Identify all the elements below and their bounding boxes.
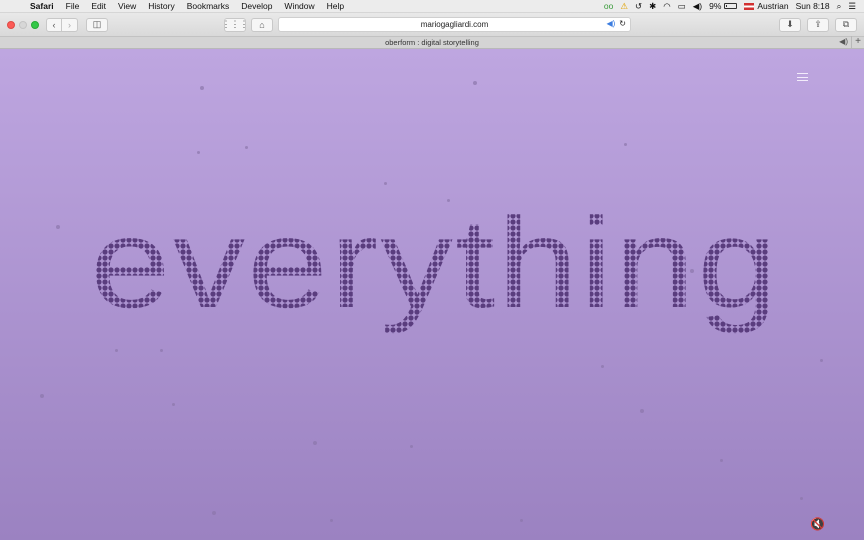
wifi-icon[interactable]: ◠ [663,1,670,12]
minimize-window-button[interactable] [19,20,27,29]
tab-title[interactable]: oberform : digital storytelling [385,38,479,47]
background-particle [330,519,333,522]
background-particle [40,394,44,398]
spotlight-icon[interactable]: ⌕ [837,1,842,12]
forward-button[interactable]: › [62,17,78,32]
background-particle [447,199,450,202]
menu-history[interactable]: History [142,1,180,11]
time-machine-icon[interactable]: ↺ [635,1,642,12]
mute-sound-icon[interactable]: 🔇 [810,517,825,531]
new-tab-button[interactable]: + [851,36,864,49]
menu-develop[interactable]: Develop [235,1,278,11]
airplay-icon[interactable]: ▭ [678,1,686,12]
input-source[interactable]: Austrian [744,1,789,11]
home-icon: ⌂ [259,19,265,30]
sidebar-button[interactable]: ◫ [86,17,108,32]
chevron-left-icon: ‹ [52,19,56,30]
menu-file[interactable]: File [60,1,86,11]
background-particle [624,143,627,146]
clock[interactable]: Sun 8:18 [796,1,830,11]
sidebar-icon: ◫ [92,19,102,29]
background-particle [410,445,413,448]
battery-percent: 9% [709,1,722,11]
menu-icon[interactable] [797,73,808,84]
top-sites-button[interactable]: ⋮⋮⋮ [221,17,249,32]
battery-icon [724,3,738,9]
download-icon: ⬇ [786,19,794,29]
web-page: everything 🔇 [0,49,864,540]
menu-view[interactable]: View [112,1,142,11]
tabs-icon: ⧉ [842,19,850,29]
share-icon: ⇪ [814,19,822,29]
volume-icon[interactable]: ◀) [693,1,702,12]
background-particle [601,365,604,368]
home-button[interactable]: ⌂ [251,17,273,32]
menu-help[interactable]: Help [321,1,350,11]
tab-audio-icon[interactable]: ◀) [839,37,848,46]
bluetooth-icon[interactable]: ✱ [649,1,656,12]
background-particle [197,151,200,154]
background-particle [720,459,723,462]
background-particle [800,497,803,500]
background-particle [200,86,204,90]
address-bar[interactable]: mariogagliardi.com ◀) ↻ [278,17,631,32]
audio-playing-icon[interactable]: ◀) [606,19,615,28]
url-text: mariogagliardi.com [420,20,489,29]
grid-icon: ⋮⋮⋮ [221,19,249,29]
background-particle [820,359,823,362]
austria-flag-icon [744,2,755,10]
tab-bar: oberform : digital storytelling ◀) + [0,36,864,49]
background-particle [245,146,248,149]
share-button[interactable]: ⇪ [807,17,829,32]
reload-icon[interactable]: ↻ [619,19,626,28]
window-controls [0,20,46,29]
menu-app-safari[interactable]: Safari [24,1,60,11]
safari-toolbar: ‹ › ◫ ⋮⋮⋮ ⌂ mariogagliardi.com ◀) ↻ ⬇ ⇪ … [0,13,864,36]
background-particle [56,225,60,229]
particle-headline: everything [90,207,780,335]
warning-icon[interactable]: ⚠ [620,1,628,12]
background-particle [212,511,216,515]
back-button[interactable]: ‹ [46,17,62,32]
menu-window[interactable]: Window [278,1,320,11]
navigation-buttons: ‹ › [46,17,78,32]
menu-bar: Safari File Edit View History Bookmarks … [0,0,864,13]
menu-edit[interactable]: Edit [85,1,112,11]
close-window-button[interactable] [7,20,15,29]
background-particle [172,403,175,406]
background-particle [384,182,387,185]
chevron-right-icon: › [68,19,71,30]
input-source-label: Austrian [757,1,789,11]
menu-bookmarks[interactable]: Bookmarks [181,1,236,11]
headline-text: everything [90,207,780,335]
background-particle [640,409,644,413]
zoom-window-button[interactable] [31,20,39,29]
background-particle [313,441,317,445]
glasses-icon[interactable]: oo [604,1,613,11]
battery-status[interactable]: 9% [709,1,738,11]
background-particle [520,519,523,522]
tabs-overview-button[interactable]: ⧉ [835,17,857,32]
downloads-button[interactable]: ⬇ [779,17,801,32]
notification-center-icon[interactable]: ☰ [848,1,856,12]
background-particle [473,81,477,85]
